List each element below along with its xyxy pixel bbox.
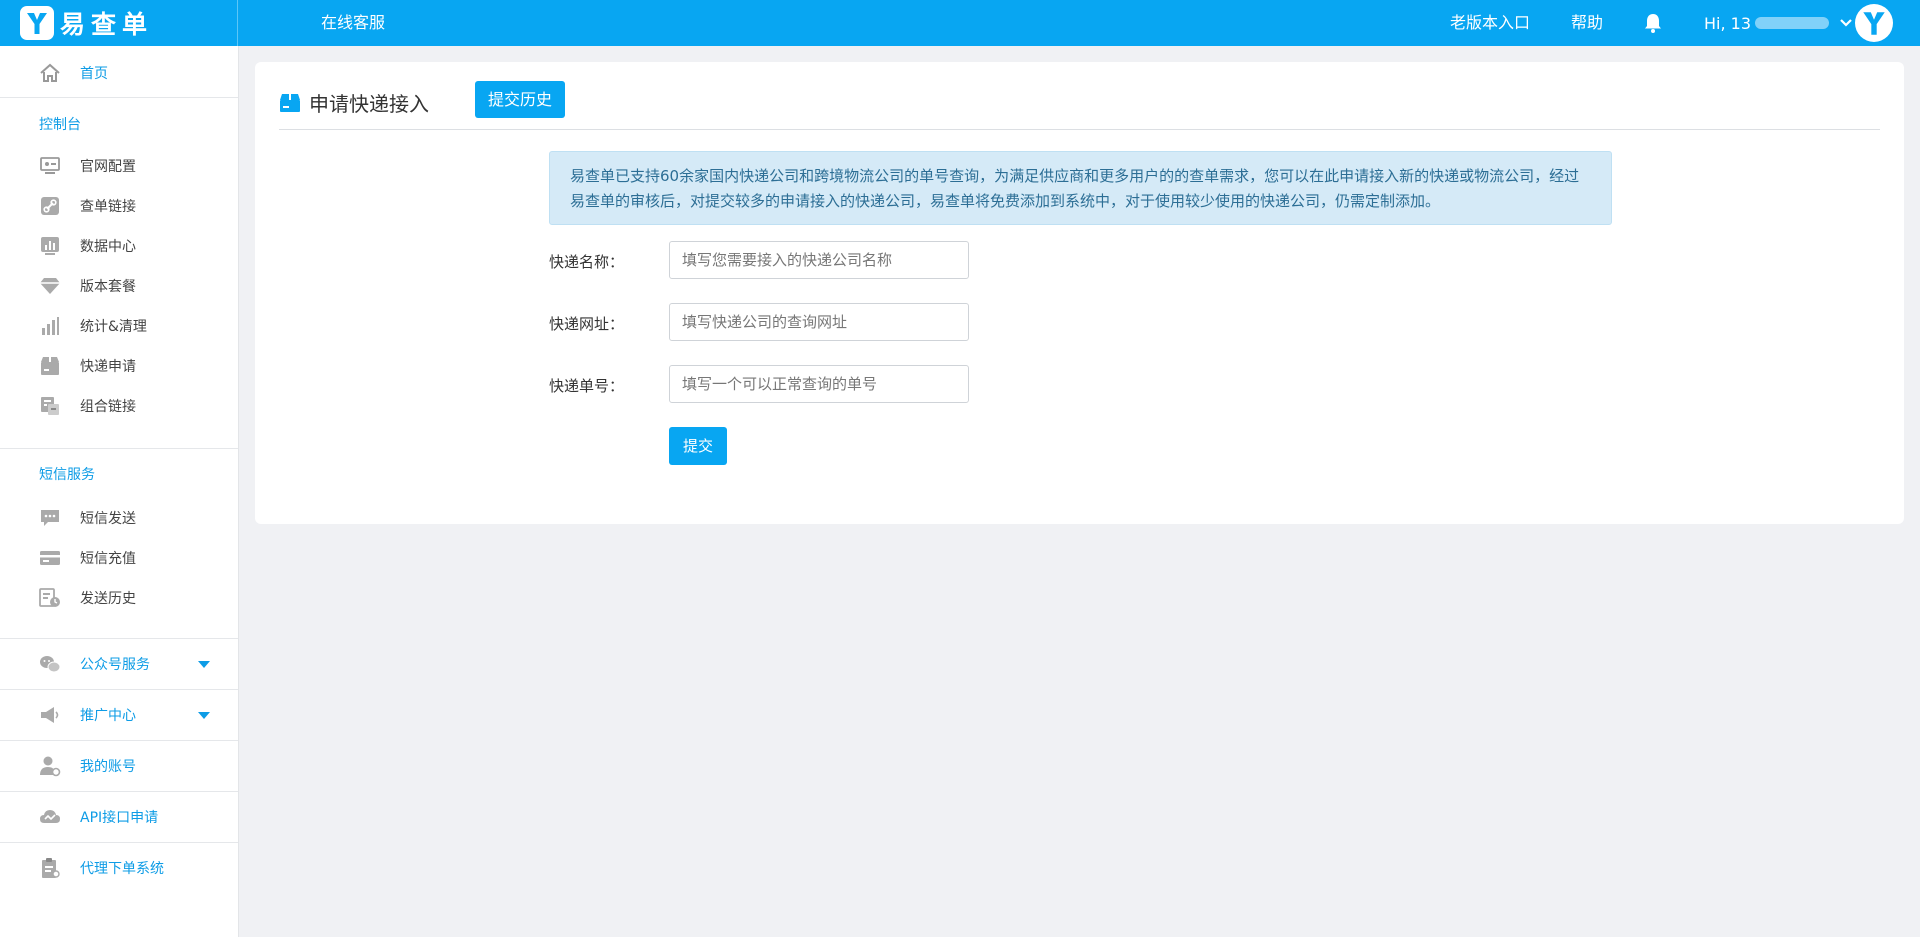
home-icon — [38, 61, 62, 85]
sidebar-item-label: 短信充值 — [80, 551, 136, 567]
sidebar-item-send-history[interactable]: 发送历史 — [0, 586, 238, 610]
brand-name: 易查单 — [60, 10, 154, 39]
clipboard-icon — [38, 856, 62, 880]
card-icon — [38, 546, 62, 570]
sidebar-item-agent-order[interactable]: 代理下单系统 — [0, 856, 238, 880]
divider — [279, 129, 1880, 130]
tracking-number-label: 快递单号： — [549, 377, 625, 395]
sidebar-item-data-center[interactable]: 数据中心 — [0, 234, 238, 258]
sidebar-item-stats[interactable]: 统计&清理 — [0, 314, 238, 338]
sidebar-item-label: 官网配置 — [80, 159, 136, 175]
submit-history-button[interactable]: 提交历史 — [475, 81, 565, 118]
section-sms-title: 短信服务 — [39, 467, 95, 483]
page-title-text: 申请快递接入 — [309, 92, 429, 116]
sidebar-item-label: 统计&清理 — [80, 319, 147, 335]
sidebar-item-sms-send[interactable]: 短信发送 — [0, 506, 238, 530]
sidebar-item-label: 查单链接 — [80, 199, 136, 215]
cloud-icon — [38, 805, 62, 829]
sidebar-item-sms-recharge[interactable]: 短信充值 — [0, 546, 238, 570]
sidebar-item-label: 数据中心 — [80, 239, 136, 255]
courier-url-label: 快递网址： — [549, 315, 625, 333]
sidebar-item-label: 版本套餐 — [80, 279, 136, 295]
courier-name-label: 快递名称： — [549, 253, 625, 271]
logo[interactable]: 易查单 — [0, 0, 238, 46]
sidebar-item-label: 公众号服务 — [80, 657, 150, 673]
logo-icon — [20, 6, 54, 40]
divider — [0, 791, 238, 792]
divider — [0, 740, 238, 741]
courier-name-input[interactable] — [669, 241, 969, 279]
message-icon — [38, 506, 62, 530]
caret-down-icon — [198, 712, 210, 719]
info-notice: 易查单已支持60余家国内快递公司和跨境物流公司的单号查询，为满足供应商和更多用户… — [549, 151, 1612, 225]
sidebar-item-courier-apply[interactable]: 快递申请 — [0, 354, 238, 378]
online-service-link[interactable]: 在线客服 — [321, 0, 385, 46]
masked-phone — [1755, 17, 1830, 29]
divider — [0, 638, 238, 639]
sidebar-item-account[interactable]: 我的账号 — [0, 754, 238, 778]
user-menu[interactable]: Hi, 13 — [1704, 0, 1853, 46]
help-link[interactable]: 帮助 — [1571, 0, 1603, 46]
sidebar-item-plans[interactable]: 版本套餐 — [0, 274, 238, 298]
divider — [0, 689, 238, 690]
diamond-icon — [38, 274, 62, 298]
sidebar-item-wechat[interactable]: 公众号服务 — [0, 652, 238, 676]
sidebar-item-combo-link[interactable]: 组合链接 — [0, 394, 238, 418]
page-title: 申请快递接入 — [279, 88, 429, 117]
user-greeting: Hi, 13 — [1704, 13, 1752, 33]
sidebar-item-label: 首页 — [80, 66, 108, 82]
sidebar: 首页 控制台 官网配置 查单链接 数据中心 版本套餐 统计&清理 快递申请 组合… — [0, 46, 239, 937]
chevron-down-icon — [1840, 19, 1852, 27]
sidebar-item-promotion[interactable]: 推广中心 — [0, 703, 238, 727]
sidebar-item-label: 短信发送 — [80, 511, 136, 527]
monitor-icon — [38, 154, 62, 178]
sidebar-item-label: 组合链接 — [80, 399, 136, 415]
chart-icon — [38, 234, 62, 258]
sidebar-item-api[interactable]: API接口申请 — [0, 805, 238, 829]
sidebar-item-label: 发送历史 — [80, 591, 136, 607]
bar-chart-icon — [38, 314, 62, 338]
divider — [0, 97, 238, 98]
avatar[interactable] — [1855, 4, 1893, 42]
wechat-icon — [38, 652, 62, 676]
main-card: 申请快递接入 提交历史 易查单已支持60余家国内快递公司和跨境物流公司的单号查询… — [255, 62, 1904, 524]
divider — [0, 448, 238, 449]
combo-link-icon — [38, 394, 62, 418]
user-icon — [38, 754, 62, 778]
package-icon — [280, 93, 300, 112]
sidebar-item-label: 我的账号 — [80, 759, 136, 775]
sidebar-item-query-link[interactable]: 查单链接 — [0, 194, 238, 218]
submit-button[interactable]: 提交 — [669, 427, 727, 465]
sidebar-item-label: 快递申请 — [80, 359, 136, 375]
sidebar-item-label: API接口申请 — [80, 810, 159, 826]
link-icon — [38, 194, 62, 218]
sidebar-item-label: 代理下单系统 — [80, 861, 164, 877]
sidebar-item-site-config[interactable]: 官网配置 — [0, 154, 238, 178]
old-version-link[interactable]: 老版本入口 — [1450, 0, 1530, 46]
caret-down-icon — [198, 661, 210, 668]
sidebar-item-label: 推广中心 — [80, 708, 136, 724]
courier-url-input[interactable] — [669, 303, 969, 341]
top-bar: 易查单 在线客服 老版本入口 帮助 Hi, 13 — [0, 0, 1920, 46]
package-icon — [38, 354, 62, 378]
divider — [0, 842, 238, 843]
bell-icon[interactable] — [1642, 12, 1664, 34]
megaphone-icon — [38, 703, 62, 727]
sidebar-item-home[interactable]: 首页 — [0, 60, 238, 86]
history-icon — [38, 586, 62, 610]
tracking-number-input[interactable] — [669, 365, 969, 403]
section-console-title: 控制台 — [39, 117, 81, 133]
